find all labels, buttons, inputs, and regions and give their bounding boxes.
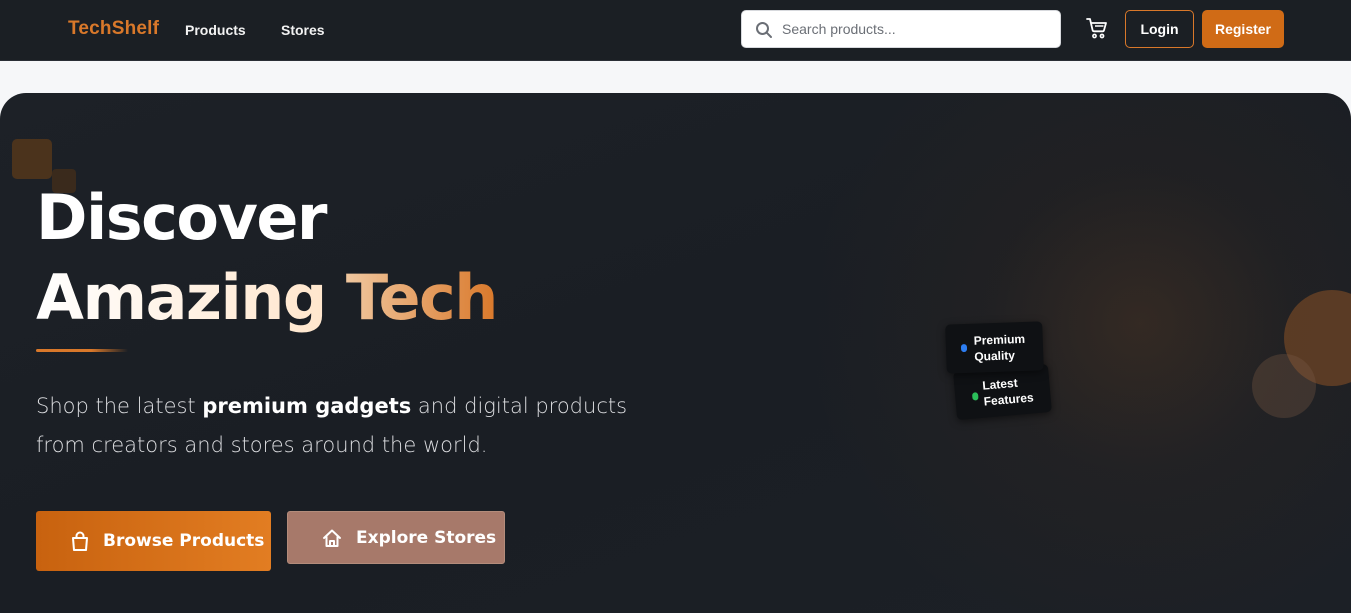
search-icon (756, 22, 772, 38)
nav-link-stores[interactable]: Stores (281, 22, 325, 38)
search-input[interactable] (782, 17, 1052, 41)
explore-stores-button[interactable]: Explore Stores (287, 511, 505, 564)
hero-title-line2: Amazing Tech (36, 258, 499, 338)
title-underline (36, 349, 128, 352)
register-button[interactable]: Register (1202, 10, 1284, 48)
subtitle-highlight: premium gadgets (202, 394, 412, 418)
hero-subtitle: Shop the latest premium gadgets and digi… (36, 387, 636, 465)
hero-title-tech: Tech (345, 261, 499, 334)
hero-title-amazing: Amazing (36, 261, 327, 334)
navbar: TechShelf Products Stores Login Register (0, 0, 1351, 61)
browse-products-button[interactable]: Browse Products (36, 511, 271, 571)
decorative-square (12, 139, 52, 179)
login-button[interactable]: Login (1125, 10, 1194, 48)
subtitle-prefix: Shop the latest (36, 394, 203, 418)
shopping-bag-icon (72, 531, 88, 551)
browse-products-label: Browse Products (103, 531, 265, 551)
premium-quality-badge: Premium Quality (945, 321, 1044, 374)
cart-icon[interactable] (1085, 16, 1109, 40)
explore-stores-label: Explore Stores (356, 528, 497, 548)
badge-label: Premium Quality (973, 331, 1026, 364)
nav-link-products[interactable]: Products (185, 22, 246, 38)
green-dot-icon (971, 392, 979, 401)
decorative-bubble (1252, 354, 1316, 418)
badge-label: Latest Features (981, 375, 1035, 409)
home-icon (323, 529, 341, 547)
blue-dot-icon (960, 343, 968, 353)
hero-section: Discover Amazing Tech Shop the latest pr… (0, 93, 1351, 613)
hero-title-line1: Discover (36, 181, 328, 254)
search-box (741, 10, 1061, 48)
brand-logo[interactable]: TechShelf (68, 18, 159, 40)
hero-title: Discover Amazing Tech (36, 178, 499, 338)
